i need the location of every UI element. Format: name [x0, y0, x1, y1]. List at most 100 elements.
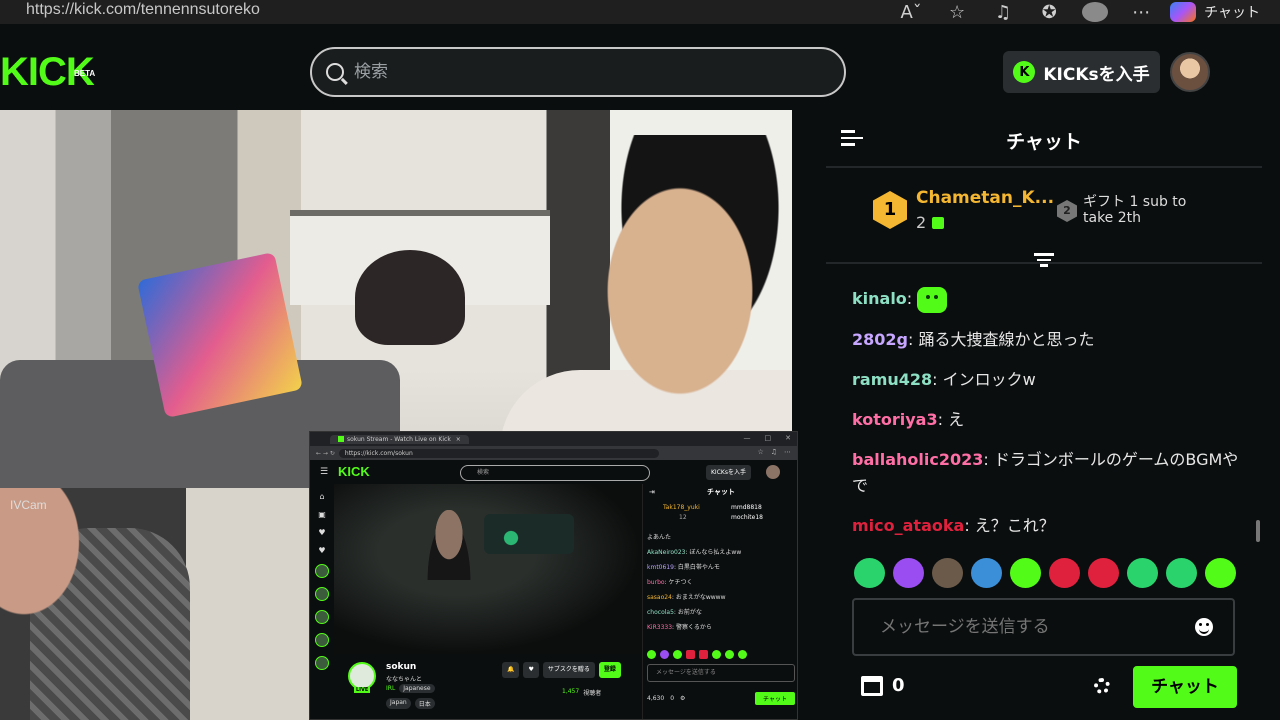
menu-icon[interactable]: ☰ [320, 467, 328, 477]
channel-avatar[interactable] [348, 662, 376, 690]
chat-message: sasao24: おまえがなwwww [647, 594, 726, 601]
emote-icon[interactable] [1205, 558, 1236, 588]
emote-icon[interactable] [1049, 558, 1080, 588]
home-icon[interactable]: ⌂ [319, 492, 324, 501]
emote-bar [854, 558, 1236, 588]
collapse-chat-icon[interactable]: ⇥ [649, 484, 655, 500]
read-aloud-icon[interactable]: Aˇ [888, 0, 934, 24]
search-bar[interactable] [310, 47, 846, 97]
embedded-search-input[interactable]: 検索 [460, 465, 650, 481]
follow-button[interactable]: 登録 [598, 662, 621, 678]
kick-logo[interactable]: KICK BETA [0, 52, 95, 92]
embedded-kick-logo[interactable]: KICK [338, 464, 370, 479]
sidebar-channel-avatar[interactable] [315, 587, 329, 601]
chat-message: burbo: ケチつく [647, 579, 693, 586]
copilot-button[interactable]: チャット [1164, 2, 1280, 22]
embedded-get-kicks-button[interactable]: KICKsを入手 [706, 465, 751, 480]
emote-icon[interactable] [1166, 558, 1197, 588]
sidebar-channel-avatar[interactable] [315, 656, 329, 670]
emote-icon[interactable] [660, 650, 669, 659]
browser-toolbar: https://kick.com/tennennsutoreko Aˇ ☆ ♫ … [0, 0, 1280, 24]
embedded-site-header: ☰ KICK 検索 KICKsを入手 [310, 460, 797, 484]
chat-username[interactable]: AkaNeiro023 [647, 549, 685, 556]
settings-icon[interactable]: ⚙ [680, 695, 685, 702]
emote-icon[interactable] [725, 650, 734, 659]
browse-icon[interactable]: ▣ [318, 510, 326, 519]
chat-username[interactable]: ramu428 [852, 370, 932, 389]
chat-username[interactable]: sasao24 [647, 594, 672, 601]
emote-icon[interactable] [686, 650, 695, 659]
emote-icon[interactable] [932, 558, 963, 588]
emote-icon[interactable] [738, 650, 747, 659]
chat-username[interactable]: burbo [647, 579, 665, 586]
collections-icon[interactable]: ✪ [1026, 0, 1072, 24]
sidebar-channel-avatar[interactable] [315, 633, 329, 647]
media-icon[interactable]: ♫ [980, 0, 1026, 24]
ivcam-label: IVCam [10, 498, 47, 512]
emote-icon[interactable] [647, 650, 656, 659]
chat-message-text: よあんた [647, 534, 672, 541]
embedded-chat-send-button[interactable]: チャット [755, 691, 795, 705]
embedded-video-player[interactable] [334, 484, 642, 654]
chat-message: kinalo: [852, 286, 1242, 313]
store-icon[interactable] [861, 676, 883, 696]
emote-icon[interactable] [971, 558, 1002, 588]
emote-icon[interactable] [1088, 558, 1119, 588]
tag[interactable]: 日本 [414, 698, 435, 709]
gift-leader-name[interactable]: Chametan_K... [916, 188, 1054, 208]
get-kicks-button[interactable]: K KICKsを入手 [1003, 51, 1160, 93]
more-icon[interactable]: ⋯ [1118, 0, 1164, 24]
embedded-chat-input[interactable]: メッセージを送信する [647, 664, 795, 682]
tag[interactable]: Japan [386, 698, 411, 709]
chat-message-input[interactable] [852, 598, 1235, 656]
emote-icon[interactable] [712, 650, 721, 659]
emote-icon[interactable] [893, 558, 924, 588]
notification-bell-icon[interactable]: 🔔 [502, 662, 520, 678]
search-input[interactable] [354, 62, 814, 82]
channel-name[interactable]: sokun [386, 662, 416, 672]
page-scrollbar[interactable] [1262, 24, 1280, 720]
chat-message-text: 踊る大捜査線かと思った [918, 329, 1095, 349]
chat-message: chocola5: お前がな [647, 609, 702, 616]
chat-username[interactable]: chocola5 [647, 609, 674, 616]
emote-icon[interactable] [673, 650, 682, 659]
favorite-heart-button[interactable]: ♥ [523, 662, 539, 678]
emote-icon[interactable] [699, 650, 708, 659]
chat-username[interactable]: kinalo [852, 289, 907, 308]
emote-icon[interactable] [1127, 558, 1158, 588]
chat-username[interactable]: kmt0619 [647, 564, 674, 571]
expand-leaderboard-icon[interactable] [1034, 253, 1054, 271]
store-count: 0 [670, 694, 675, 702]
heart-icon[interactable]: ♥ [318, 546, 325, 555]
settings-icon[interactable] [1094, 678, 1110, 694]
category-link[interactable]: IRL [386, 684, 395, 693]
sidebar-channel-avatar[interactable] [315, 610, 329, 624]
chat-send-button[interactable]: チャット [1133, 666, 1237, 708]
chat-header: チャット [826, 110, 1262, 166]
embedded-user-avatar[interactable] [766, 465, 780, 479]
chat-username[interactable]: 2802g [852, 330, 908, 349]
rank-badge-icon: 2 [1057, 200, 1077, 222]
chat-title: チャット [1006, 131, 1082, 153]
user-avatar[interactable] [1170, 52, 1210, 92]
chat-message-text: ケチつく [668, 579, 693, 586]
embedded-url[interactable]: https://kick.com/sokun [338, 448, 659, 458]
address-bar[interactable]: https://kick.com/tennennsutoreko [26, 0, 260, 20]
emoji-picker-icon[interactable] [1195, 618, 1213, 636]
emote-icon[interactable] [1010, 558, 1041, 588]
chat-username[interactable]: kotoriya3 [852, 410, 938, 429]
embedded-tab[interactable]: sokun Stream - Watch Live on Kick × [330, 434, 469, 444]
chat-scrollbar[interactable] [1256, 520, 1260, 542]
chat-message: kmt0619: 白黒白帯やんモ [647, 564, 720, 571]
favorite-star-icon[interactable]: ☆ [934, 0, 980, 24]
following-icon[interactable]: ♥ [318, 528, 325, 537]
tag[interactable]: Japanese [399, 684, 435, 693]
chat-username[interactable]: KiR3333 [647, 624, 672, 631]
sidebar-channel-avatar[interactable] [315, 564, 329, 578]
emote-icon[interactable] [854, 558, 885, 588]
chat-username[interactable]: mico_ataoka [852, 516, 964, 535]
kicks-coin-icon: K [1013, 61, 1036, 83]
chat-username[interactable]: ballaholic2023 [852, 450, 983, 469]
profile-icon[interactable] [1072, 0, 1118, 24]
gift-sub-button[interactable]: サブスクを贈る [542, 662, 595, 678]
